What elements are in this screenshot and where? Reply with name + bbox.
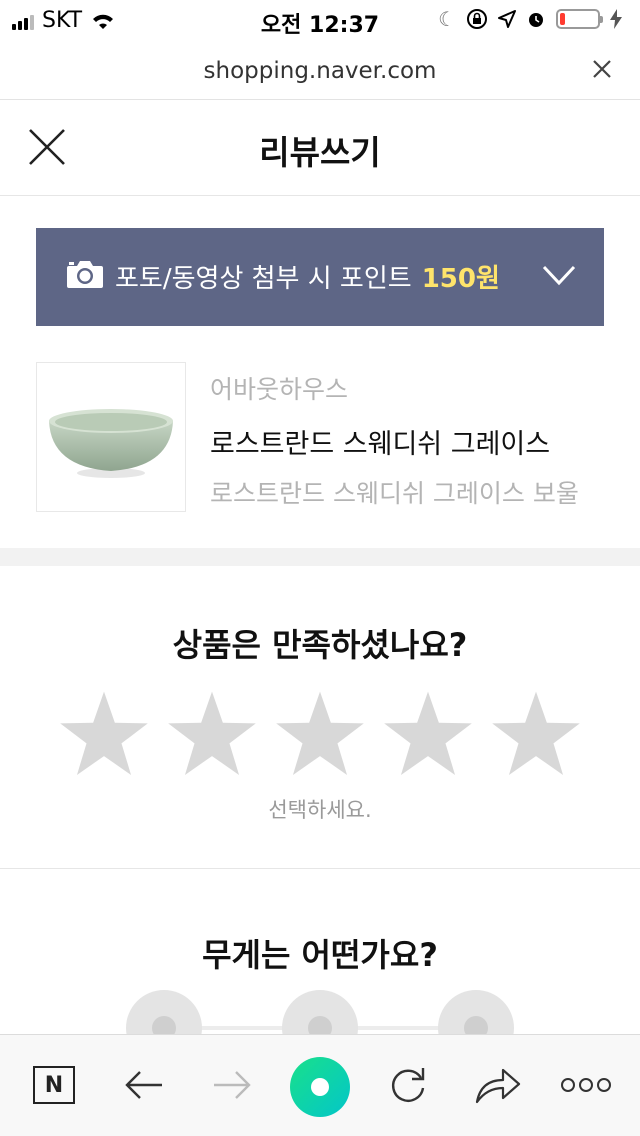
forward-arrow-icon[interactable] bbox=[204, 1057, 260, 1113]
star-icon-1[interactable] bbox=[58, 688, 150, 780]
product-option: 로스트란드 스웨디쉬 그레이스 보울 bbox=[210, 479, 579, 508]
product-image bbox=[36, 362, 186, 512]
reload-icon[interactable] bbox=[380, 1057, 436, 1113]
star-icon-2[interactable] bbox=[166, 688, 258, 780]
status-bar: SKT 오전 12:37 ☾ bbox=[0, 0, 640, 40]
section-divider bbox=[0, 548, 640, 566]
rating-hint: 선택하세요. bbox=[268, 798, 372, 822]
alarm-icon bbox=[529, 13, 543, 27]
page-title: 리뷰쓰기 bbox=[259, 133, 381, 172]
bowl-image bbox=[49, 409, 173, 478]
location-icon bbox=[498, 10, 516, 28]
product-name: 로스트란드 스웨디쉬 그레이스 bbox=[210, 429, 551, 460]
banner-label: 포토/동영상 첨부 시 포인트 bbox=[115, 264, 412, 294]
more-icon[interactable] bbox=[558, 1057, 614, 1113]
bottom-toolbar: N bbox=[0, 1034, 640, 1136]
charging-icon bbox=[610, 9, 622, 29]
star-icon-3[interactable] bbox=[274, 688, 366, 780]
page-header: 리뷰쓰기 bbox=[0, 100, 640, 196]
star-icon-5[interactable] bbox=[490, 688, 582, 780]
back-arrow-icon[interactable] bbox=[116, 1057, 172, 1113]
battery-icon bbox=[556, 9, 603, 29]
banner-points: 150원 bbox=[421, 264, 500, 294]
share-icon[interactable] bbox=[470, 1057, 526, 1113]
camera-icon bbox=[67, 261, 103, 288]
status-right: ☾ bbox=[438, 7, 622, 31]
photo-points-banner[interactable]: 포토/동영상 첨부 시 포인트 150원 bbox=[36, 228, 604, 326]
star-icon-4[interactable] bbox=[382, 688, 474, 780]
rotation-lock-icon bbox=[467, 9, 487, 29]
url-text[interactable]: shopping.naver.com bbox=[0, 58, 640, 84]
weight-question: 무게는 어떤가요? bbox=[202, 936, 438, 974]
star-rating[interactable] bbox=[58, 688, 586, 784]
divider bbox=[0, 868, 640, 869]
naver-home-icon[interactable]: N bbox=[26, 1057, 82, 1113]
close-icon[interactable] bbox=[590, 57, 614, 81]
chevron-down-icon[interactable] bbox=[542, 264, 576, 286]
battery-level bbox=[560, 13, 565, 25]
banner-text: 포토/동영상 첨부 시 포인트 150원 bbox=[115, 258, 500, 295]
moon-icon: ☾ bbox=[438, 7, 456, 31]
url-bar[interactable]: shopping.naver.com bbox=[0, 40, 640, 100]
rating-question: 상품은 만족하셨나요? bbox=[172, 626, 468, 664]
green-dot-icon[interactable] bbox=[288, 1055, 352, 1119]
product-brand: 어바웃하우스 bbox=[210, 375, 349, 404]
